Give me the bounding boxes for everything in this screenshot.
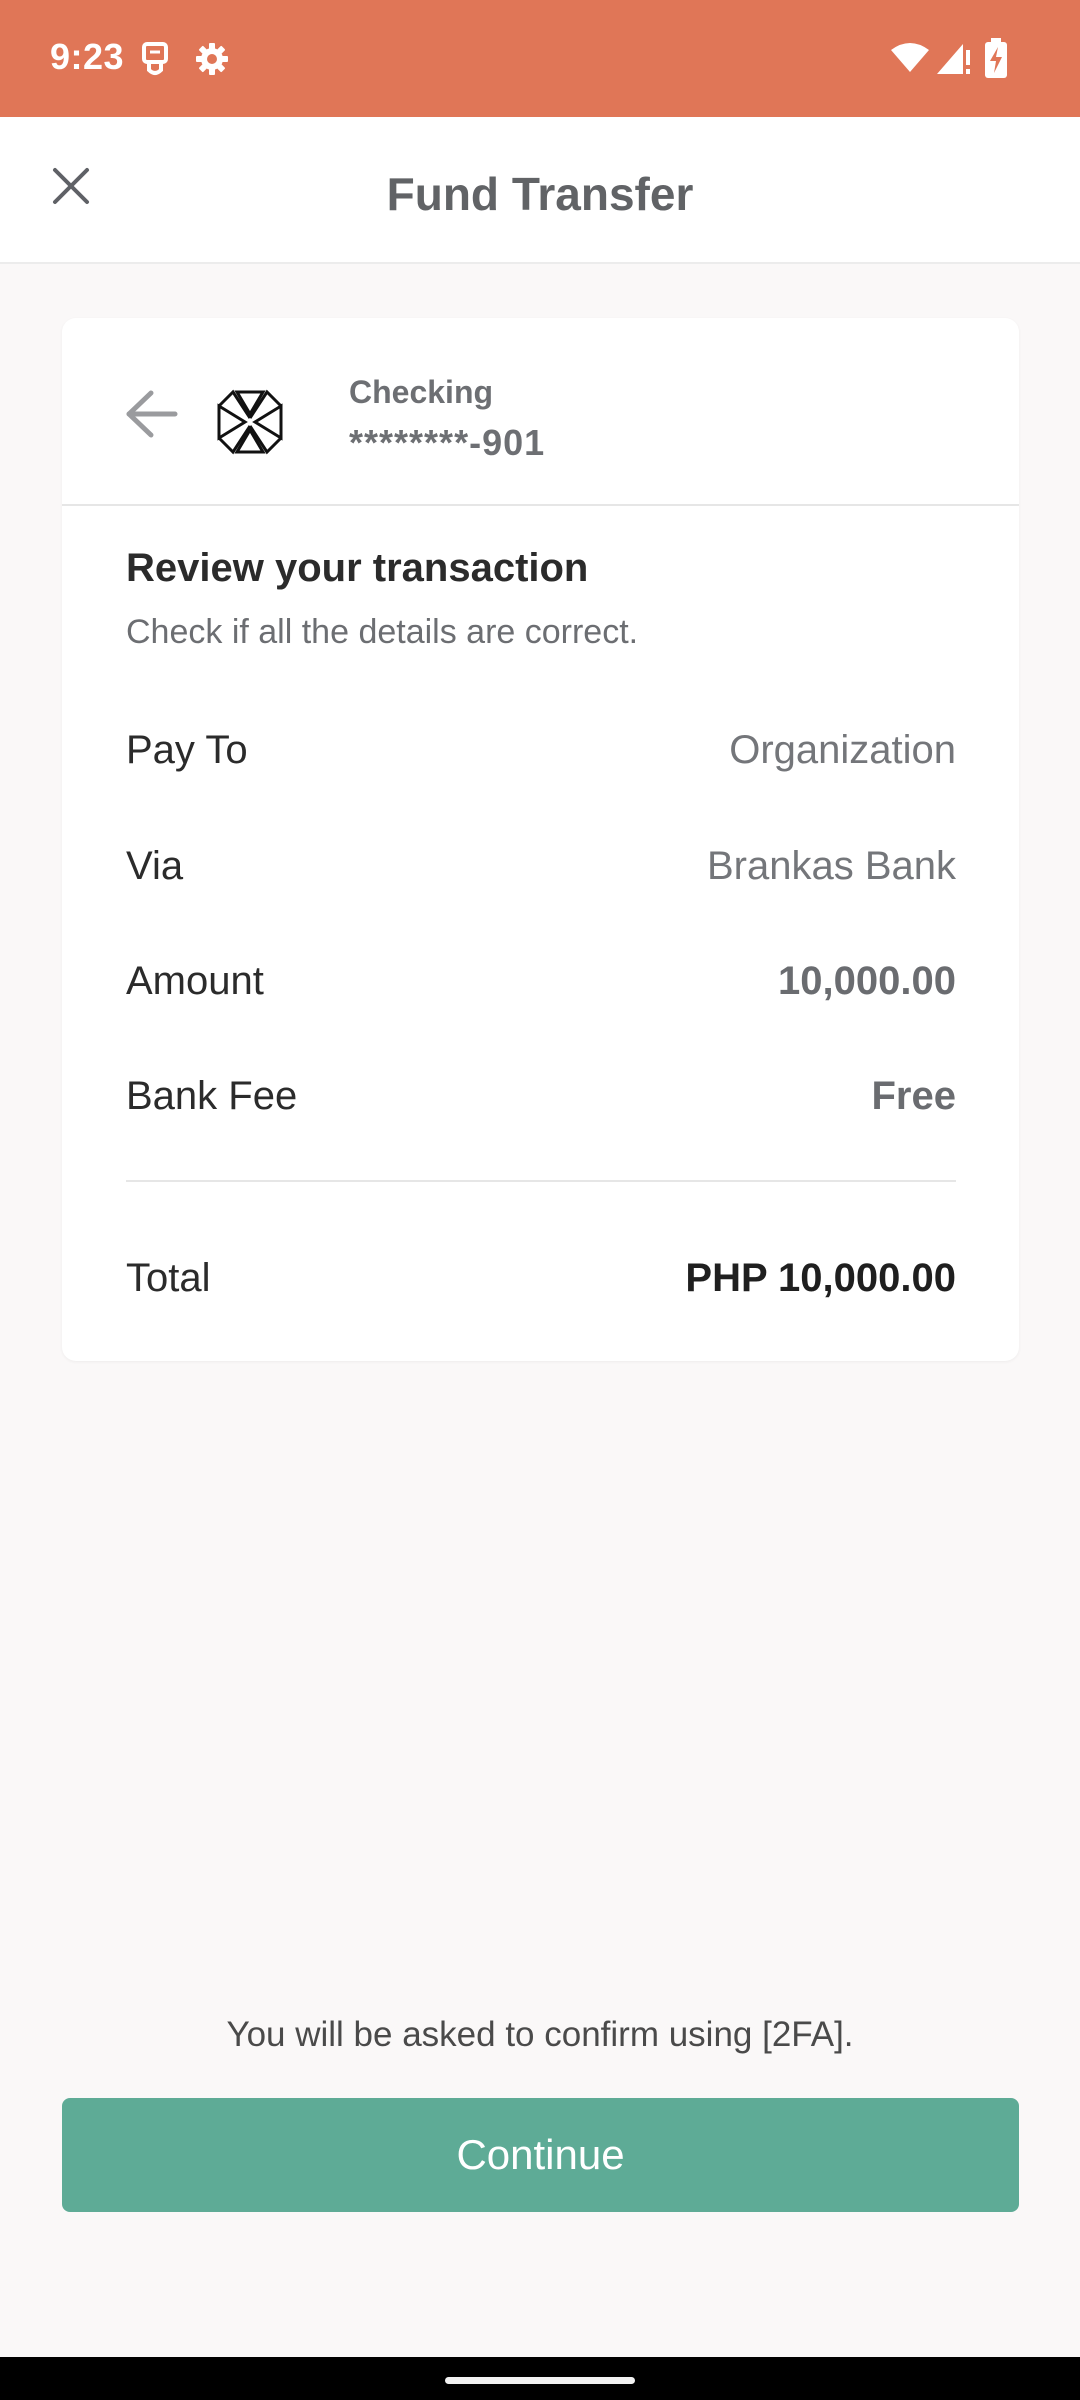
total-value: PHP 10,000.00 [685,1255,956,1300]
detail-value: 10,000.00 [778,958,956,1003]
detail-value: Brankas Bank [706,843,956,888]
detail-value: Free [871,1073,957,1118]
total-row: Total PHP 10,000.00 [126,1248,956,1308]
gear-icon [195,42,229,81]
account-row: Checking ********-901 [62,318,1019,506]
detail-label: Pay To [126,727,248,772]
detail-row-pay-to: Pay To Organization [126,720,956,780]
review-title: Review your transaction [126,546,589,590]
detail-label: Bank Fee [126,1073,298,1118]
total-label: Total [126,1255,211,1300]
home-gesture-handle[interactable] [445,2377,635,2384]
wifi-icon [890,42,930,79]
system-nav-bar [0,2357,1080,2400]
transaction-card: Checking ********-901 Review your transa… [62,318,1019,1361]
detail-row-via: Via Brankas Bank [126,836,956,896]
detail-label: Amount [126,958,264,1003]
review-subtitle: Check if all the details are correct. [126,613,639,651]
detail-value: Organization [729,727,956,772]
continue-button[interactable]: Continue [62,2098,1019,2212]
usb-icon [140,40,170,83]
bank-logo-icon [215,388,285,456]
signal-icon [935,42,971,81]
detail-label: Via [126,843,184,888]
divider [126,1180,956,1182]
confirm-note: You will be asked to confirm using [2FA]… [226,2015,854,2054]
account-number: ********-901 [349,422,546,463]
detail-row-bank-fee: Bank Fee Free [126,1066,956,1126]
arrow-left-icon [125,389,179,444]
account-type: Checking [349,374,494,410]
battery-charging-icon [984,38,1008,83]
detail-row-amount: Amount 10,000.00 [126,951,956,1011]
app-header: Fund Transfer [0,117,1080,264]
status-time: 9:23 [50,36,125,77]
back-button[interactable] [117,386,187,446]
status-bar: 9:23 [0,0,1080,117]
page-title: Fund Transfer [386,168,694,220]
